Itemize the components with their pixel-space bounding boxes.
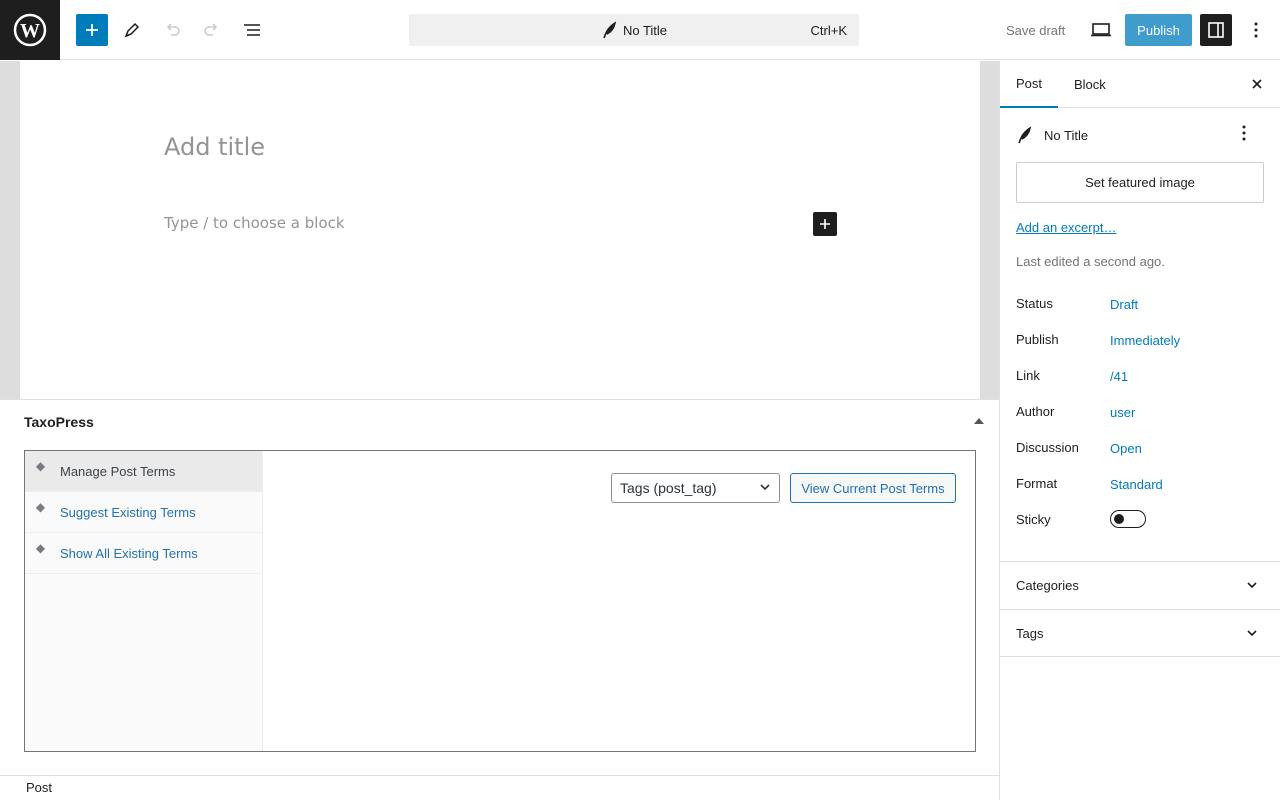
discussion-value[interactable]: Open [1110, 441, 1142, 456]
more-vertical-icon [1254, 22, 1258, 38]
author-row: Author user [1016, 404, 1136, 420]
taxopress-tabs: ◆ Manage Post Terms ◆ Suggest Existing T… [25, 451, 263, 751]
close-sidebar-button[interactable] [1249, 76, 1265, 92]
sidebar-tabs: Post Block [1000, 61, 1280, 108]
wordpress-logo-icon[interactable]: W [0, 0, 60, 60]
default-block-appender[interactable]: Type / to choose a block [164, 214, 345, 232]
undo-icon [166, 23, 180, 36]
plus-icon [820, 219, 830, 229]
add-excerpt-link[interactable]: Add an excerpt… [1016, 220, 1116, 235]
preview-button[interactable] [1085, 14, 1117, 46]
save-draft-button[interactable]: Save draft [1006, 23, 1065, 38]
command-palette-bar[interactable]: No Title Ctrl+K [409, 14, 859, 46]
feather-icon [1018, 126, 1032, 144]
options-menu-button[interactable] [1240, 14, 1272, 46]
publish-row: Publish Immediately [1016, 332, 1181, 348]
chevron-down-icon [1247, 630, 1257, 637]
tag-icon: ◆ [35, 500, 46, 514]
tags-panel[interactable]: Tags [1000, 609, 1280, 657]
publish-date-value[interactable]: Immediately [1110, 333, 1180, 348]
close-icon [1252, 79, 1262, 89]
post-card-title: No Title [1044, 127, 1089, 143]
set-featured-image-button[interactable]: Set featured image [1016, 162, 1264, 203]
list-view-button[interactable] [236, 14, 268, 46]
status-value[interactable]: Draft [1110, 297, 1138, 312]
list-view-icon [244, 24, 260, 36]
last-edited-text: Last edited a second ago. [1016, 254, 1165, 269]
chevron-down-icon [1247, 582, 1257, 589]
view-current-post-terms-button[interactable]: View Current Post Terms [790, 473, 956, 503]
author-value[interactable]: user [1110, 405, 1135, 420]
sidebar-icon [1208, 22, 1224, 38]
more-vertical-icon [1242, 125, 1246, 141]
tab-show-all-existing-terms[interactable]: ◆ Show All Existing Terms [25, 533, 262, 574]
discussion-row: Discussion Open [1016, 440, 1142, 456]
desktop-preview-icon [1091, 23, 1111, 37]
link-row: Link /41 [1016, 368, 1129, 384]
publish-button[interactable]: Publish [1125, 14, 1192, 46]
taxonomy-select[interactable]: Tags (post_tag) [611, 473, 780, 503]
chevron-down-icon [760, 484, 770, 491]
editor-header: W No Title Ctrl+K Save draft Publish [0, 0, 1280, 60]
status-row: Status Draft [1016, 296, 1139, 312]
sticky-toggle[interactable] [1110, 510, 1146, 528]
tools-button[interactable] [116, 14, 148, 46]
block-inserter-button[interactable] [76, 14, 108, 46]
link-value[interactable]: /41 [1110, 369, 1128, 384]
settings-toggle-button[interactable] [1200, 14, 1232, 46]
taxopress-panel: ◆ Manage Post Terms ◆ Suggest Existing T… [24, 450, 976, 752]
sticky-row: Sticky [1016, 510, 1266, 532]
tab-block[interactable]: Block [1074, 61, 1106, 108]
breadcrumb-post[interactable]: Post [26, 780, 52, 795]
feather-icon [603, 21, 617, 39]
post-actions-button[interactable] [1242, 125, 1246, 144]
tab-suggest-existing-terms[interactable]: ◆ Suggest Existing Terms [25, 492, 262, 533]
add-block-button[interactable] [813, 212, 837, 236]
settings-sidebar: Post Block No Title Set featured image A… [999, 61, 1280, 800]
plus-icon [86, 24, 98, 36]
metabox-title: TaxoPress [24, 414, 94, 430]
pen-icon [124, 22, 140, 38]
taxopress-metabox: TaxoPress ◆ Manage Post Terms ◆ Suggest … [0, 399, 999, 775]
command-shortcut: Ctrl+K [810, 23, 847, 38]
redo-icon [204, 23, 218, 36]
editor-canvas-frame: Add title Type / to choose a block [0, 61, 999, 399]
format-row: Format Standard [1016, 476, 1163, 492]
document-title: No Title [622, 22, 668, 38]
categories-panel[interactable]: Categories [1000, 561, 1280, 609]
tag-icon: ◆ [35, 459, 46, 473]
editor-canvas: Add title Type / to choose a block [20, 61, 980, 399]
block-breadcrumb-bar: Post [0, 775, 999, 800]
redo-button[interactable] [196, 14, 228, 46]
undo-button[interactable] [156, 14, 188, 46]
tab-manage-post-terms[interactable]: ◆ Manage Post Terms [25, 451, 262, 492]
post-title-input[interactable]: Add title [164, 133, 265, 161]
metabox-collapse-toggle[interactable] [974, 418, 984, 424]
tab-post[interactable]: Post [1000, 61, 1058, 108]
tag-icon: ◆ [35, 541, 46, 555]
post-card: No Title [1016, 124, 1266, 146]
svg-text:W: W [20, 20, 40, 42]
format-value[interactable]: Standard [1110, 477, 1163, 492]
